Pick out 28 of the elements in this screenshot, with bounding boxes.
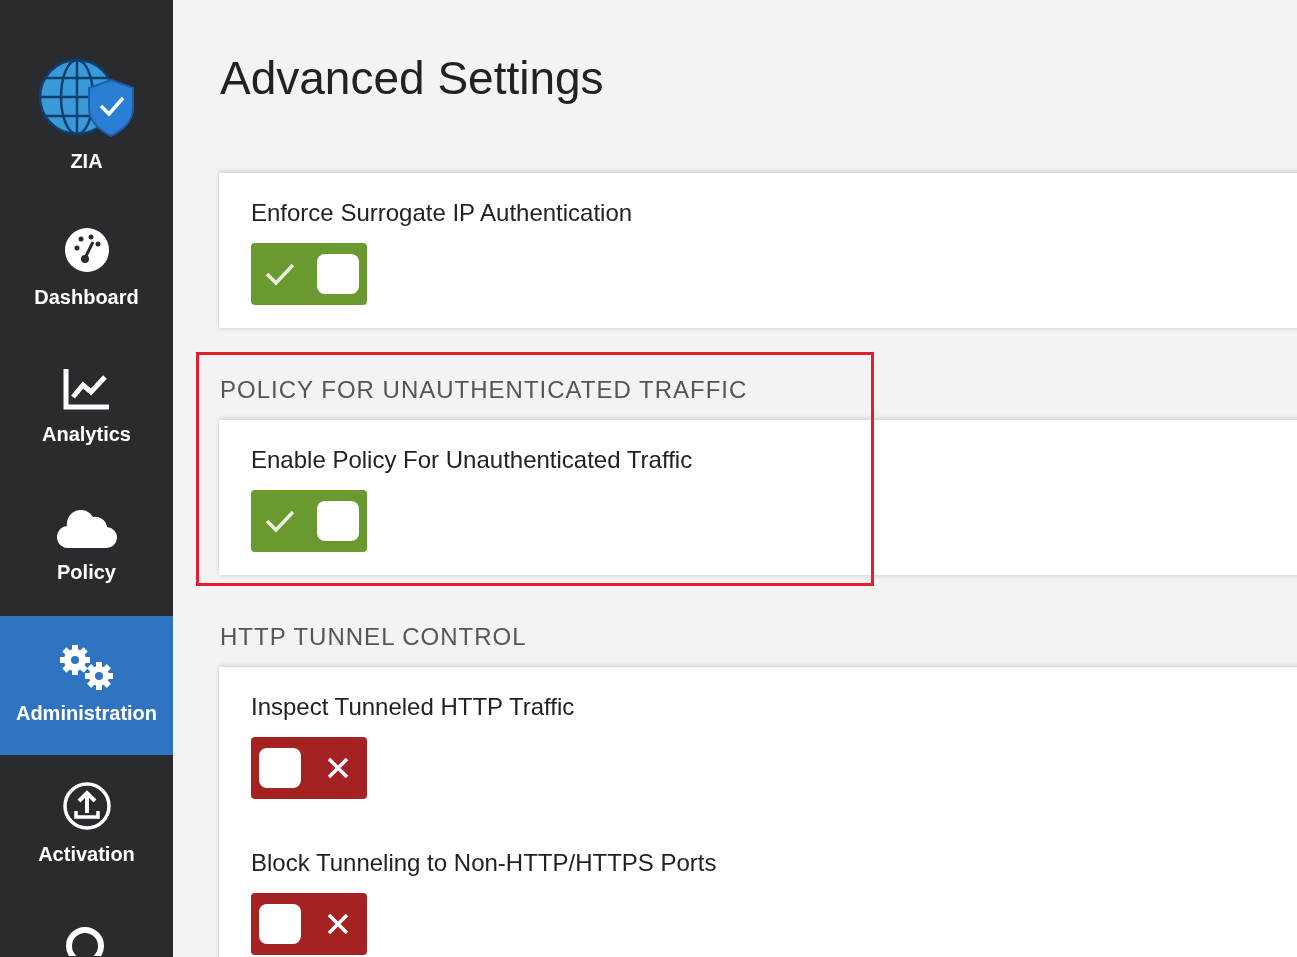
section-header: HTTP TUNNEL CONTROL [220,622,528,652]
toggle-knob [317,501,359,541]
toggle-switch[interactable] [251,737,367,799]
x-icon [327,913,349,935]
setting-label: Enforce Surrogate IP Authentication [251,198,633,228]
toggle-switch[interactable] [251,243,367,305]
toggle-knob [259,748,301,788]
setting-label: Enable Policy For Unauthenticated Traffic [251,445,693,475]
logo-label: ZIA [70,149,103,174]
page-title: Advanced Settings [220,51,605,106]
check-icon [265,262,295,286]
toggle-knob [317,254,359,294]
gauge-icon [62,225,111,274]
section-header: POLICY FOR UNAUTHENTICATED TRAFFIC [220,375,749,405]
toggle-switch[interactable] [251,490,367,552]
setting-label: Inspect Tunneled HTTP Traffic [251,692,575,722]
check-icon [265,509,295,533]
x-icon [327,757,349,779]
sidebar-item[interactable]: Policy [0,477,173,616]
sidebar-item[interactable]: Analytics [0,338,173,477]
sidebar-item[interactable]: Dashboard [0,199,173,338]
sidebar-item[interactable]: Administration [0,616,173,755]
setting-label: Block Tunneling to Non-HTTP/HTTPS Ports [251,848,717,878]
toggle-switch[interactable] [251,893,367,955]
toggle-knob [259,904,301,944]
line-chart-icon [62,366,111,411]
sidebar-item[interactable]: Activation [0,755,173,894]
upload-icon [61,780,112,831]
